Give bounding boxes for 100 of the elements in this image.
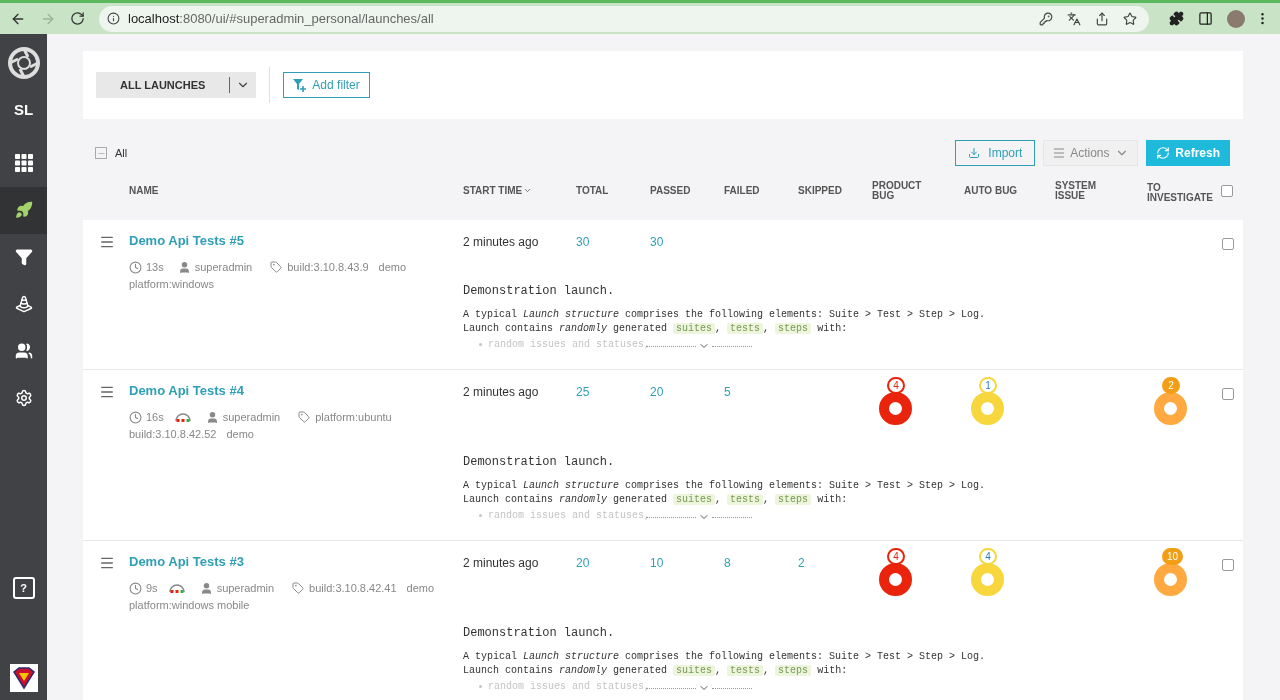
filter-icon <box>14 248 33 266</box>
logo-icon[interactable] <box>7 47 40 79</box>
bookmark-star-icon[interactable] <box>1123 11 1137 26</box>
column-header[interactable]: TO INVESTIGATE <box>1147 178 1221 203</box>
total-count[interactable]: 20 <box>576 553 590 572</box>
description-bullet: random issues and statuses, <box>488 337 651 351</box>
description-bullet: random issues and statuses, <box>488 679 651 693</box>
failed-count[interactable]: 8 <box>724 553 731 572</box>
description-title: Demonstration launch. <box>463 625 616 641</box>
launch-tag[interactable]: platform:windows mobile <box>129 597 250 613</box>
passed-count[interactable]: 30 <box>650 232 664 251</box>
settings-icon <box>14 389 33 407</box>
translate-icon[interactable] <box>1067 11 1081 26</box>
select-all-checkbox[interactable] <box>95 147 107 159</box>
menu-icon[interactable] <box>99 384 115 400</box>
add-filter-button[interactable]: Add filter <box>283 72 370 98</box>
description-text: A typical Launch structure comprises the following elements: Suite > Test > Step > Log. <box>463 650 987 663</box>
rocket-icon <box>14 201 33 219</box>
url-text: localhost:8080/ui/#superadmin_personal/launches/all <box>128 9 435 28</box>
passed-count[interactable]: 20 <box>650 382 664 401</box>
skipped-count[interactable]: 2 <box>798 553 805 572</box>
side-panel-icon[interactable] <box>1198 11 1213 26</box>
failed-count[interactable]: 5 <box>724 382 731 401</box>
defect-count: 1 <box>979 377 997 394</box>
column-header[interactable]: SKIPPED <box>798 185 872 196</box>
refresh-button[interactable]: Refresh <box>1146 140 1230 166</box>
column-header[interactable]: TOTAL <box>576 185 650 196</box>
start-time: 2 minutes ago <box>463 234 540 251</box>
total-count[interactable]: 30 <box>576 232 590 251</box>
total-count[interactable]: 25 <box>576 382 590 401</box>
launch-tag[interactable]: demo <box>378 259 407 275</box>
column-header[interactable]: START TIME <box>463 185 576 196</box>
description-text: A typical Launch structure comprises the following elements: Suite > Test > Step > Log. <box>463 479 987 492</box>
row-checkbox[interactable] <box>1222 238 1234 250</box>
start-time: 2 minutes ago <box>463 384 540 401</box>
description-title: Demonstration launch. <box>463 283 616 299</box>
clock-icon <box>129 410 142 424</box>
menu-icon[interactable] <box>99 555 115 571</box>
duration: 13s <box>146 260 164 275</box>
launch-tag[interactable]: demo <box>226 426 254 442</box>
sidebar-nav-item[interactable] <box>0 186 47 234</box>
launch-tag[interactable]: build:3.10.8.43.9 <box>287 259 369 275</box>
product-bug-donut[interactable] <box>879 392 912 425</box>
column-header[interactable]: AUTO BUG <box>964 185 1055 196</box>
description-title: Demonstration launch. <box>463 454 616 470</box>
duration: 9s <box>146 581 158 596</box>
menu-icon <box>1052 146 1067 160</box>
defect-count: 4 <box>887 377 905 394</box>
owner: superadmin <box>216 581 275 596</box>
user-shield-icon[interactable] <box>9 664 38 692</box>
column-header[interactable]: PASSED <box>650 185 724 196</box>
row-checkbox[interactable] <box>1222 388 1234 400</box>
column-header[interactable]: NAME <box>129 185 463 196</box>
launch-tag[interactable]: build:3.10.8.42.41 <box>309 580 397 596</box>
extensions-icon[interactable] <box>1169 11 1184 26</box>
description-text: Launch contains randomly generated suites , tests , steps with: <box>463 322 849 336</box>
select-all-label: All <box>115 145 128 161</box>
key-icon[interactable] <box>1039 11 1053 26</box>
reload-icon[interactable] <box>70 11 85 26</box>
start-time: 2 minutes ago <box>463 555 540 572</box>
description-text: A typical Launch structure comprises the following elements: Suite > Test > Step > Log. <box>463 308 987 321</box>
help-button[interactable]: ? <box>12 577 35 599</box>
profile-avatar[interactable] <box>1227 9 1245 28</box>
launch-tag[interactable]: platform:windows <box>129 276 214 292</box>
row-checkbox[interactable] <box>1222 559 1234 571</box>
owner: superadmin <box>222 410 281 425</box>
description-text: Launch contains randomly generated suites , tests , steps with: <box>463 664 849 678</box>
address-bar[interactable]: localhost:8080/ui/#superadmin_personal/launches/all <box>99 5 1149 32</box>
info-icon[interactable] <box>107 12 120 25</box>
defect-count: 4 <box>979 548 997 565</box>
launch-tag[interactable]: platform:ubuntu <box>315 409 392 425</box>
column-header[interactable]: FAILED <box>724 185 798 196</box>
launch-tag[interactable]: demo <box>406 580 435 596</box>
user-icon <box>205 410 219 424</box>
menu-icon[interactable] <box>99 234 115 250</box>
column-header[interactable]: PRODUCT BUG <box>872 180 964 201</box>
tag-icon <box>270 261 283 273</box>
passed-count[interactable]: 10 <box>650 553 664 572</box>
import-button[interactable]: Import <box>955 140 1036 166</box>
launches-dropdown[interactable]: ALL LAUNCHES <box>96 72 257 98</box>
refresh-icon <box>1156 146 1171 160</box>
column-header[interactable]: SYSTEM ISSUE <box>1055 180 1147 201</box>
duration: 16s <box>146 410 164 425</box>
clock-icon <box>129 260 142 274</box>
defect-count: 10 <box>1162 548 1184 565</box>
grid-icon <box>14 154 33 172</box>
share-icon[interactable] <box>1095 11 1109 26</box>
user-icon <box>177 260 191 274</box>
user-icon <box>199 581 213 595</box>
launch-name[interactable]: Demo Api Tests #5 <box>129 232 244 250</box>
launch-name[interactable]: Demo Api Tests #4 <box>129 382 244 400</box>
launch-tag[interactable]: build:3.10.8.42.52 <box>129 426 217 442</box>
description-bullet: random issues and statuses, <box>488 508 651 522</box>
project-badge[interactable]: SL <box>13 99 34 122</box>
actions-dropdown[interactable]: Actions <box>1043 140 1139 166</box>
launch-name[interactable]: Demo Api Tests #3 <box>129 553 244 571</box>
owner: superadmin <box>194 260 253 275</box>
header-checkbox[interactable] <box>1221 184 1233 197</box>
tag-icon <box>298 411 311 423</box>
product-bug-donut[interactable] <box>879 563 912 596</box>
